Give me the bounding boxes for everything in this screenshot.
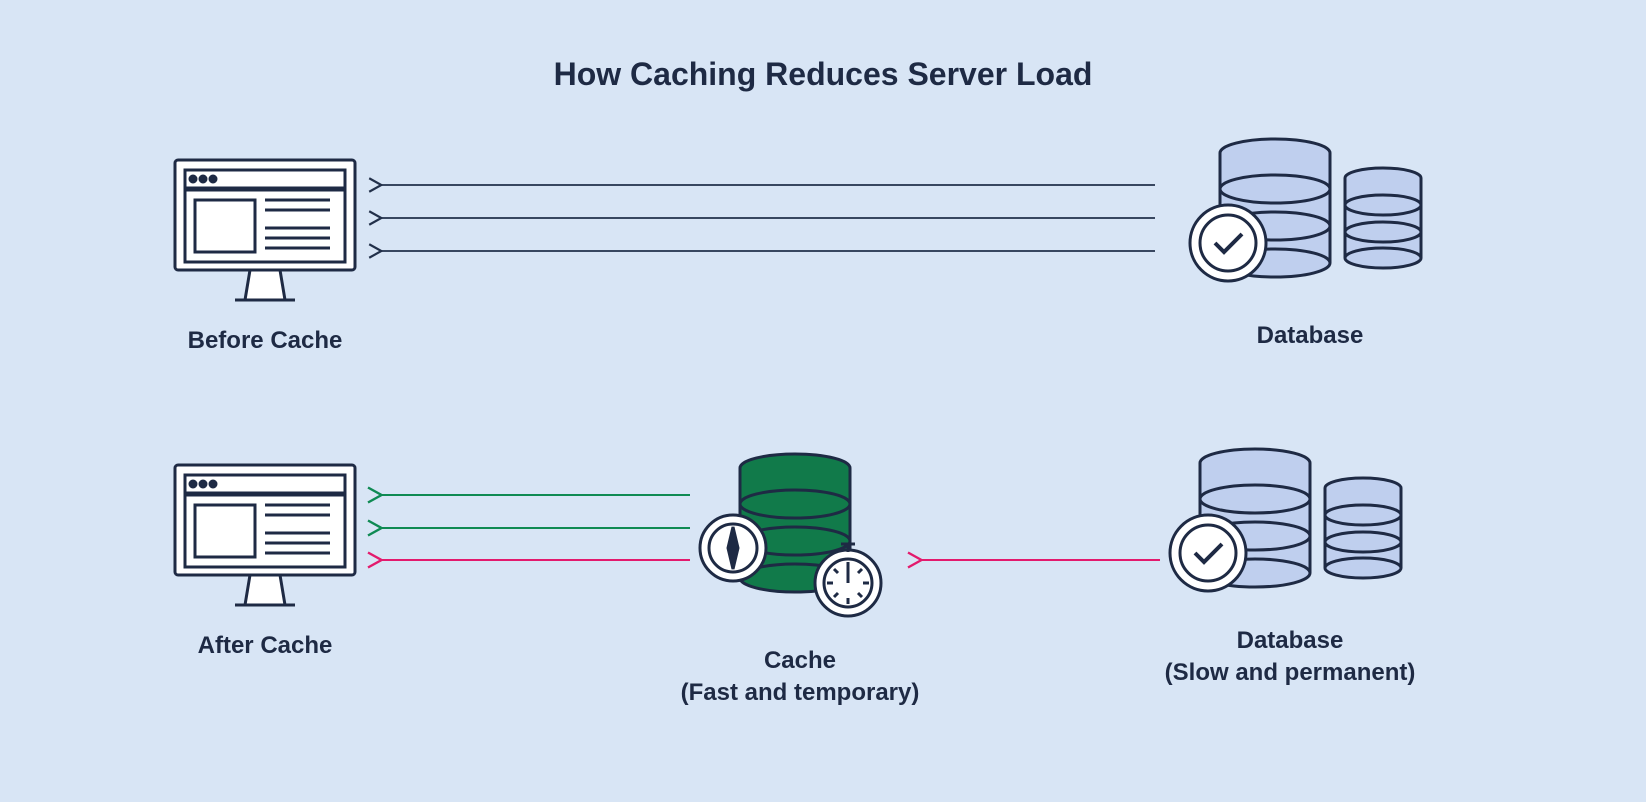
before-cache-label: Before Cache bbox=[140, 325, 390, 357]
before-cache-client: Before Cache bbox=[140, 150, 390, 357]
cache-node: Cache (Fast and temporary) bbox=[650, 450, 950, 710]
after-cache-label: After Cache bbox=[140, 630, 390, 662]
diagram-title: How Caching Reduces Server Load bbox=[0, 0, 1646, 93]
after-cache-client: After Cache bbox=[140, 455, 390, 662]
cache-icon bbox=[680, 450, 920, 630]
database-icon bbox=[1160, 445, 1420, 615]
before-database-label: Database bbox=[1150, 320, 1470, 352]
database-icon bbox=[1180, 135, 1440, 305]
before-database: Database bbox=[1150, 135, 1470, 352]
computer-icon bbox=[165, 455, 365, 615]
cache-label-line-1: Cache bbox=[650, 645, 950, 677]
computer-icon bbox=[165, 150, 365, 310]
cache-label-line-2: (Fast and temporary) bbox=[650, 677, 950, 709]
after-database-label-line-1: Database bbox=[1080, 625, 1500, 657]
after-database: Database (Slow and permanent) bbox=[1080, 445, 1500, 690]
after-database-label-line-2: (Slow and permanent) bbox=[1080, 657, 1500, 689]
